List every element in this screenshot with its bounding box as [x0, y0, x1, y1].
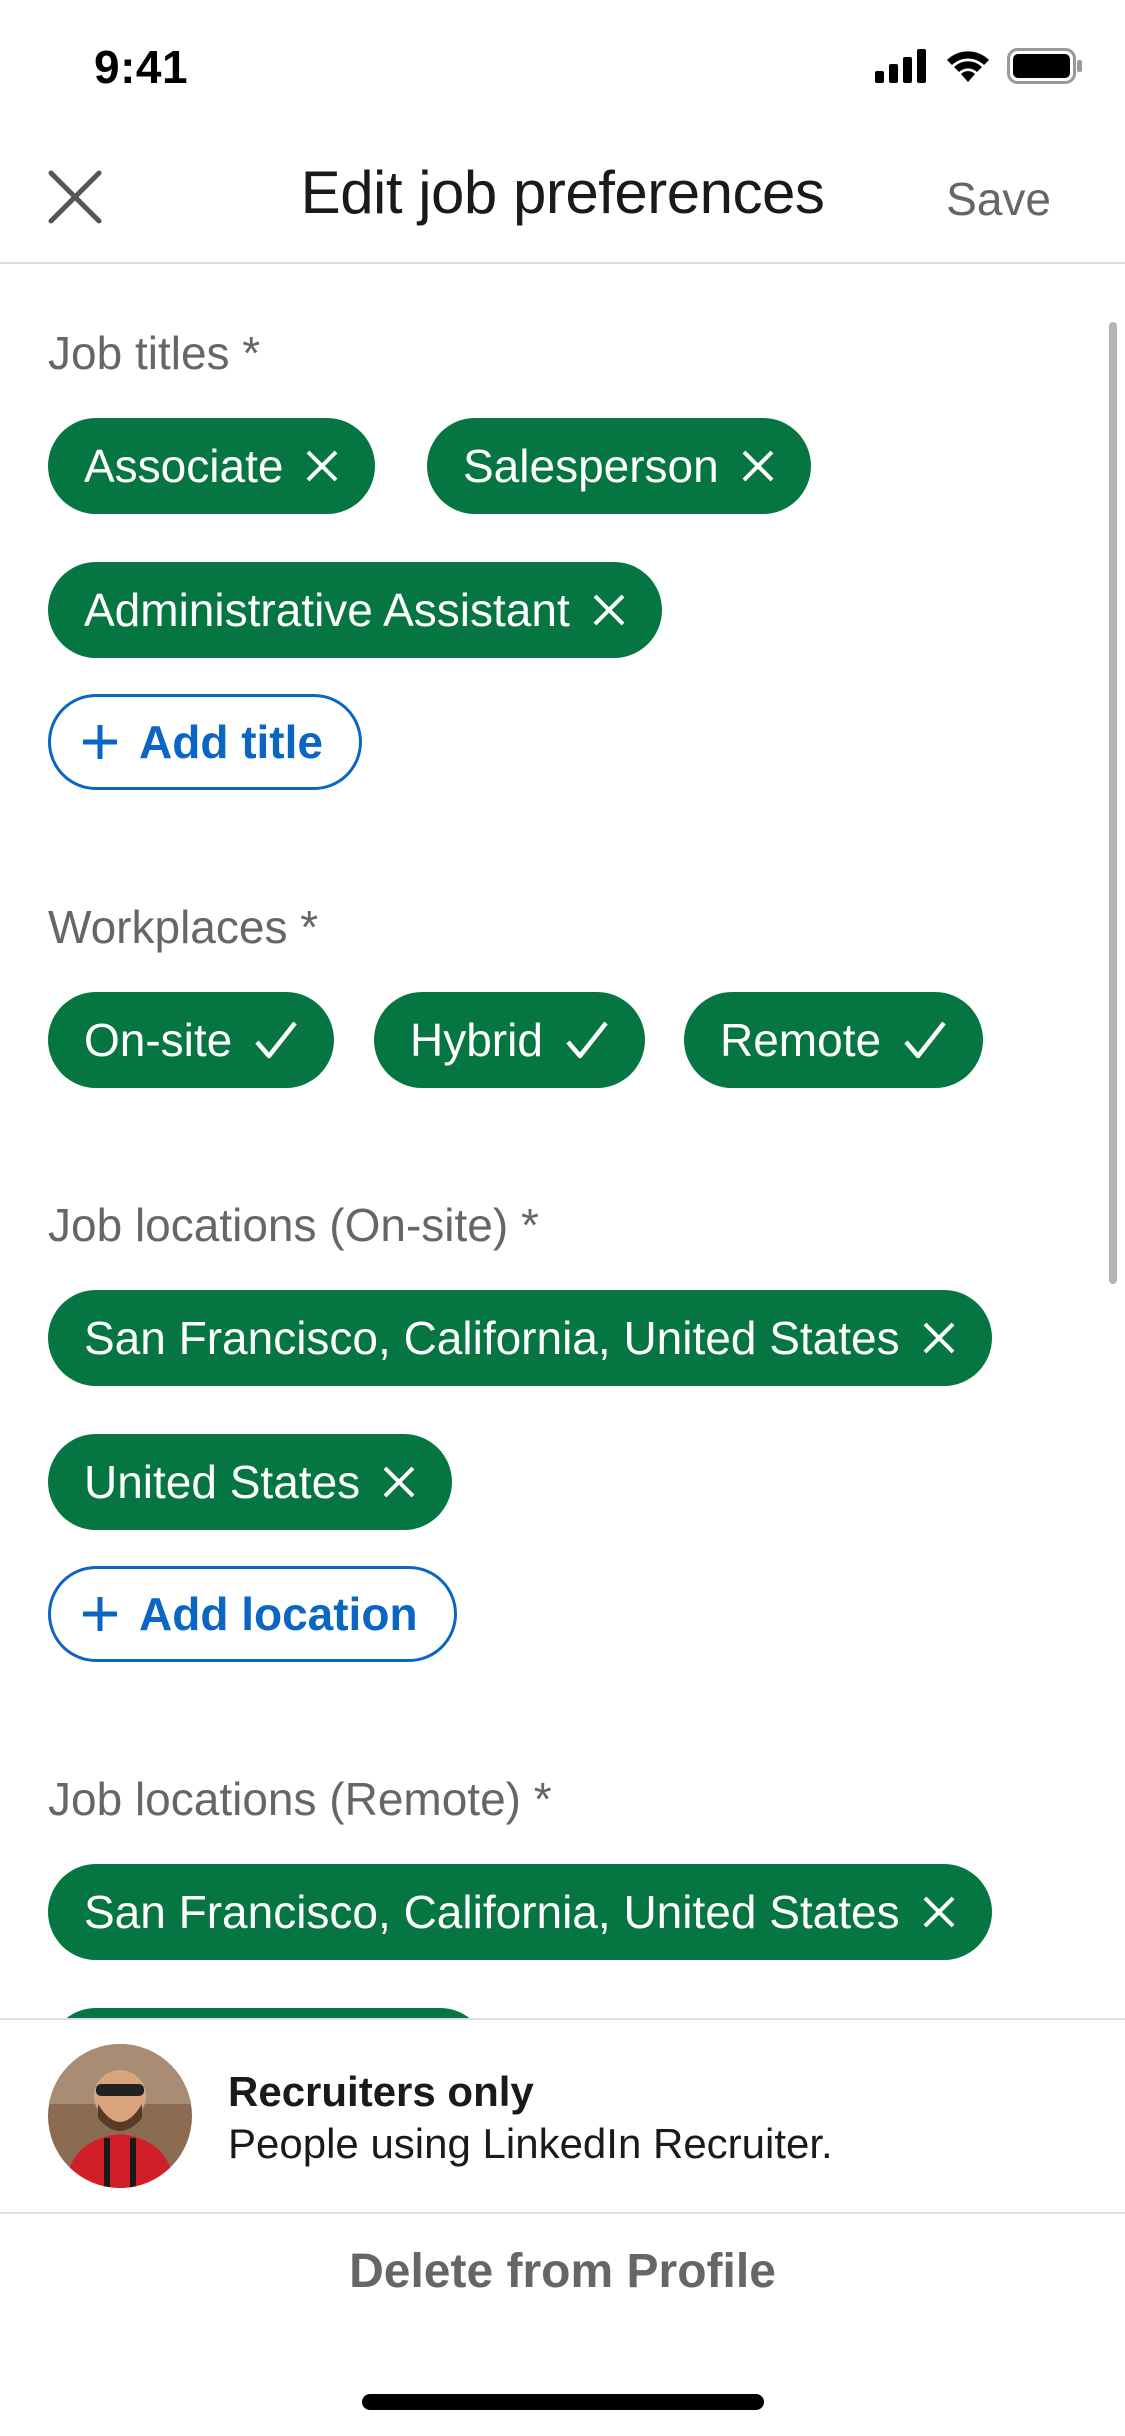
status-time: 9:41 [94, 41, 189, 93]
scrollbar[interactable] [1109, 322, 1117, 1284]
onsite-locations-section: Job locations (On-site) * [48, 1198, 1077, 1252]
plus-icon [81, 723, 119, 761]
add-location-label: Add location [139, 1588, 418, 1640]
visibility-setting[interactable]: Recruiters only People using LinkedIn Re… [0, 2018, 1125, 2214]
chip-label: Administrative Assistant [84, 584, 570, 636]
onsite-location-chip-united-states[interactable]: United States [48, 1434, 453, 1530]
signal-icon [875, 49, 926, 83]
home-indicator [362, 2394, 764, 2410]
onsite-locations-label: Job locations (On-site) * [48, 1199, 539, 1251]
chip-label: Hybrid [410, 1014, 543, 1066]
remote-location-chip-san-francisco[interactable]: San Francisco, California, United States [48, 1864, 992, 1960]
remove-x-icon[interactable] [592, 593, 626, 627]
workplace-chip-remote[interactable]: Remote [684, 992, 984, 1088]
job-titles-section: Job titles * [48, 326, 1077, 380]
remote-locations-label: Job locations (Remote) * [48, 1773, 552, 1825]
visibility-subtitle: People using LinkedIn Recruiter. [228, 2120, 833, 2167]
onsite-location-chip-san-francisco[interactable]: San Francisco, California, United States [48, 1290, 992, 1386]
remote-locations-section: Job locations (Remote) * [48, 1772, 1077, 1826]
remove-x-icon[interactable] [741, 449, 775, 483]
workplace-chip-onsite[interactable]: On-site [48, 992, 335, 1088]
remove-x-icon[interactable] [382, 1465, 416, 1499]
job-titles-label: Job titles * [48, 327, 261, 379]
check-icon [565, 1020, 609, 1060]
add-location-button[interactable]: Add location [48, 1566, 457, 1662]
job-title-chip-associate[interactable]: Associate [48, 418, 376, 514]
add-title-label: Add title [139, 716, 323, 768]
status-icons [875, 48, 1083, 84]
preferences-form[interactable]: Job titles * Associate Salesperson Admin… [0, 264, 1125, 2018]
job-title-chip-salesperson[interactable]: Salesperson [427, 418, 811, 514]
chip-label: Salesperson [463, 440, 719, 492]
chip-label: Associate [84, 440, 284, 492]
remove-x-icon[interactable] [922, 1321, 956, 1355]
chip-label: United States [84, 1456, 361, 1508]
job-title-chip-administrative-assistant[interactable]: Administrative Assistant [48, 562, 662, 658]
save-button[interactable]: Save [946, 172, 1051, 226]
remove-x-icon[interactable] [922, 1895, 956, 1929]
top-nav-bar: Edit job preferences Save [0, 132, 1125, 264]
visibility-title: Recruiters only [228, 2068, 534, 2115]
avatar [48, 2044, 192, 2188]
chip-label: Remote [720, 1014, 882, 1066]
remove-x-icon[interactable] [305, 449, 339, 483]
workplaces-label: Workplaces * [48, 901, 319, 953]
plus-icon [81, 1595, 119, 1633]
status-bar: 9:41 [0, 0, 1125, 132]
check-icon [254, 1020, 298, 1060]
check-icon [903, 1020, 947, 1060]
wifi-icon [947, 51, 989, 82]
add-title-button[interactable]: Add title [48, 694, 362, 790]
chip-label: San Francisco, California, United States [84, 1886, 900, 1938]
workplaces-section: Workplaces * [48, 900, 1077, 954]
delete-from-profile-button[interactable]: Delete from Profile [0, 2244, 1125, 2299]
battery-icon [1007, 48, 1082, 84]
chip-label: On-site [84, 1014, 233, 1066]
workplace-chip-hybrid[interactable]: Hybrid [374, 992, 645, 1088]
remote-location-chip-partial[interactable] [48, 2008, 488, 2018]
chip-label: San Francisco, California, United States [84, 1312, 900, 1364]
